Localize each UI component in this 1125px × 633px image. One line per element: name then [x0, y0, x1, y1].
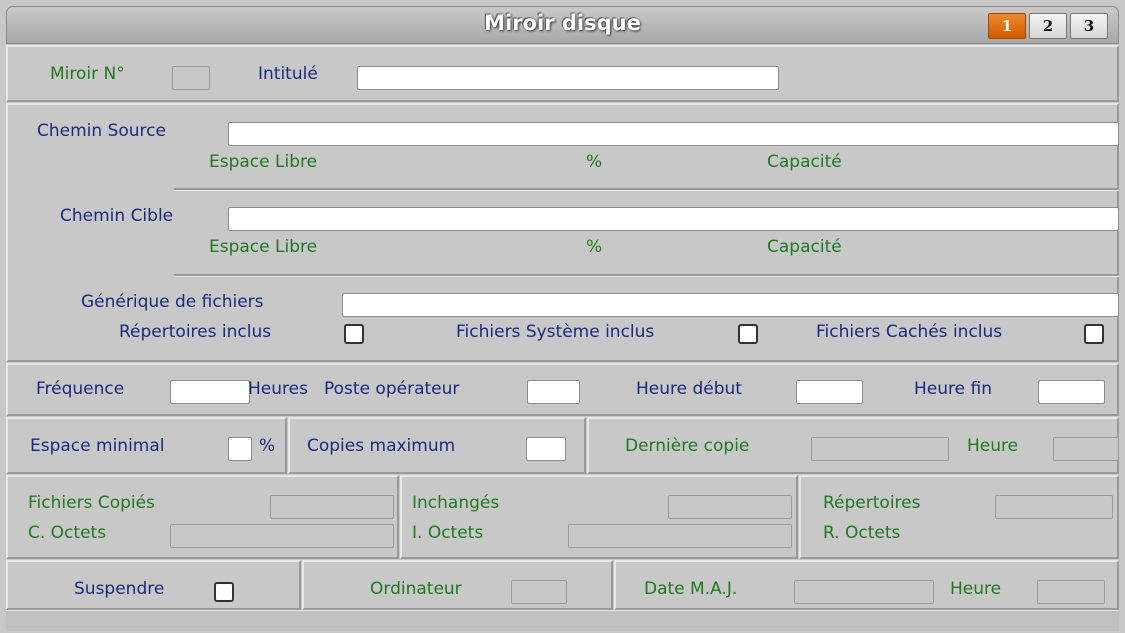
i-octets-field [568, 524, 792, 548]
heure-fin-input[interactable] [1038, 380, 1105, 404]
derniere-copie-label: Dernière copie [625, 436, 750, 456]
date-maj-label: Date M.A.J. [644, 579, 738, 599]
fichiers-copies-field [270, 495, 394, 519]
tab-2[interactable]: 2 [1029, 13, 1067, 39]
ordinateur-panel: Ordinateur [302, 560, 613, 610]
c-octets-field [170, 524, 394, 548]
paths-panel: Chemin Source Espace Libre % Capacité Ch… [6, 103, 1119, 362]
generique-fichiers-input[interactable] [342, 293, 1119, 317]
ordinateur-field [511, 580, 567, 604]
fichiers-copies-label: Fichiers Copiés [28, 493, 155, 513]
heure-debut-label: Heure début [636, 379, 742, 399]
espace-panel: Espace minimal % [6, 417, 287, 474]
espace-minimal-input[interactable] [228, 437, 252, 461]
source-percent-label: % [586, 152, 603, 172]
stats-inchanges-panel: Inchangés I. Octets [400, 475, 798, 559]
chemin-source-label: Chemin Source [37, 121, 166, 141]
derniere-copie-panel: Dernière copie Heure [587, 417, 1119, 474]
suspendre-label: Suspendre [74, 579, 165, 599]
copies-panel: Copies maximum [288, 417, 586, 474]
frequence-label: Fréquence [36, 379, 125, 399]
date-maj-heure-field [1037, 580, 1105, 604]
suspendre-checkbox[interactable] [214, 582, 234, 602]
divider [174, 274, 1119, 277]
header-panel: Miroir N° Intitulé [6, 45, 1119, 102]
ordinateur-label: Ordinateur [370, 579, 462, 599]
miroir-number-field [172, 66, 210, 90]
frequence-input[interactable] [170, 380, 250, 404]
source-capacite-label: Capacité [767, 152, 842, 172]
intitule-input[interactable] [357, 66, 779, 90]
cible-capacite-label: Capacité [767, 237, 842, 257]
miroir-number-label: Miroir N° [50, 64, 125, 84]
date-maj-panel: Date M.A.J. Heure [614, 560, 1119, 610]
systeme-inclus-checkbox[interactable] [738, 324, 758, 344]
footer-bar [6, 610, 1119, 631]
planning-panel: Fréquence Heures Poste opérateur Heure d… [6, 363, 1119, 416]
inchanges-label: Inchangés [412, 493, 500, 513]
window-titlebar: Miroir disque 1 2 3 [6, 6, 1119, 44]
heure-fin-label: Heure fin [914, 379, 992, 399]
poste-operateur-input[interactable] [527, 380, 580, 404]
c-octets-label: C. Octets [28, 523, 107, 543]
intitule-label: Intitulé [258, 64, 318, 84]
poste-operateur-label: Poste opérateur [324, 379, 460, 399]
source-espace-libre-label: Espace Libre [209, 152, 318, 172]
repertoires-inclus-label: Répertoires inclus [119, 322, 272, 342]
date-maj-heure-label: Heure [950, 579, 1002, 599]
date-maj-field [794, 580, 934, 604]
heure-debut-input[interactable] [796, 380, 863, 404]
divider [174, 188, 1119, 191]
derniere-copie-heure-field [1053, 437, 1119, 461]
inchanges-field [668, 495, 792, 519]
repertoires-inclus-checkbox[interactable] [344, 324, 364, 344]
generique-fichiers-label: Générique de fichiers [81, 292, 264, 312]
stats-repertoires-panel: Répertoires R. Octets [799, 475, 1119, 559]
suspendre-panel: Suspendre [6, 560, 301, 610]
tab-1[interactable]: 1 [988, 13, 1026, 39]
chemin-source-input[interactable] [228, 122, 1119, 146]
chemin-cible-label: Chemin Cible [60, 206, 174, 226]
i-octets-label: I. Octets [412, 523, 484, 543]
espace-minimal-label: Espace minimal [30, 436, 165, 456]
window-title: Miroir disque [484, 11, 641, 35]
tab-3[interactable]: 3 [1070, 13, 1108, 39]
systeme-inclus-label: Fichiers Système inclus [456, 322, 655, 342]
derniere-copie-heure-label: Heure [967, 436, 1019, 456]
stats-copies-panel: Fichiers Copiés C. Octets [6, 475, 399, 559]
copies-maximum-input[interactable] [526, 437, 566, 461]
repertoires-field [995, 495, 1113, 519]
page-tabs: 1 2 3 [988, 13, 1108, 39]
cible-espace-libre-label: Espace Libre [209, 237, 318, 257]
r-octets-label: R. Octets [823, 523, 901, 543]
cible-percent-label: % [586, 237, 603, 257]
caches-inclus-label: Fichiers Cachés inclus [816, 322, 1003, 342]
repertoires-label: Répertoires [823, 493, 921, 513]
chemin-cible-input[interactable] [228, 207, 1119, 231]
copies-maximum-label: Copies maximum [307, 436, 456, 456]
derniere-copie-field [811, 437, 949, 461]
caches-inclus-checkbox[interactable] [1084, 324, 1104, 344]
heures-label: Heures [248, 379, 308, 399]
espace-percent-label: % [259, 436, 276, 456]
